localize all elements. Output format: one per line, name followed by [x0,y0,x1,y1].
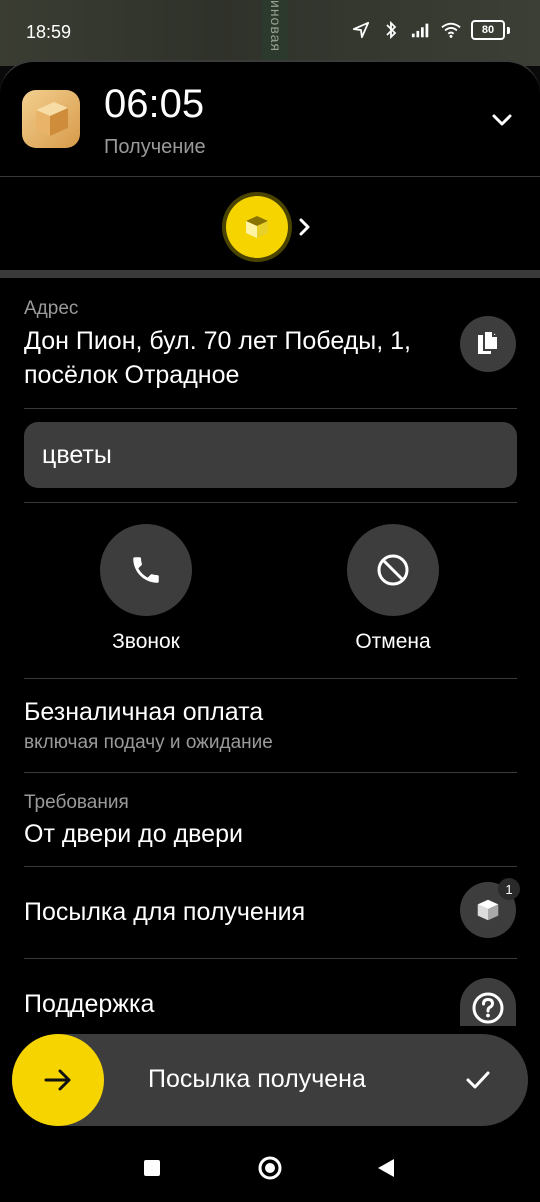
chevron-right-icon [296,216,314,238]
address-value: Дон Пион, бул. 70 лет Победы, 1, посёлок… [24,327,411,389]
progress-row[interactable] [0,176,540,268]
bluetooth-icon [381,20,401,40]
divider [24,502,517,503]
order-status: Получение [104,136,206,158]
box-icon [246,216,268,238]
collapse-button[interactable] [488,106,516,134]
divider [24,408,517,409]
order-comment: цветы [24,422,517,488]
parcel-title[interactable]: Посылка для получения [24,898,305,927]
divider [24,678,517,679]
divider [24,866,517,867]
help-icon [472,992,504,1024]
confirm-received-slider[interactable]: Посылка получена [12,1034,528,1126]
payment-title: Безналичная оплата [24,698,264,726]
slider-handle[interactable] [12,1034,104,1126]
cancel-button[interactable] [347,524,439,616]
home-button[interactable] [258,1156,282,1180]
triangle-back-icon [378,1159,394,1177]
status-icons: 80 [351,20,510,40]
cancel-label: Отмена [355,630,431,653]
square-icon [144,1160,160,1176]
chevron-down-icon [492,114,512,126]
map-street-label: иновая [268,0,284,52]
phone-icon [133,557,159,583]
parcel-count-badge: 1 [498,878,520,900]
battery-tip [507,26,510,34]
cancel-icon [377,554,409,586]
section-separator [0,270,540,278]
requirements-label: Требования [24,792,129,813]
divider [24,772,517,773]
copy-address-button[interactable] [460,316,516,372]
copy-icon [478,330,499,354]
support-button[interactable] [460,978,516,1026]
status-bar: иновая 18:59 80 [0,0,540,66]
system-nav-bar [0,1136,540,1200]
order-header: 06:05 Получение [0,62,540,176]
wifi-icon [441,20,461,40]
support-title[interactable]: Поддержка [24,990,154,1019]
circle-icon [258,1156,282,1180]
eta-time: 06:05 [104,82,205,126]
checkmark-icon [464,1066,492,1094]
divider [24,958,517,959]
battery-indicator: 80 [471,20,505,40]
call-button[interactable] [100,524,192,616]
recents-button[interactable] [140,1156,164,1180]
call-label: Звонок [112,630,180,653]
arrow-right-icon [44,1069,71,1091]
parcel-app-icon [22,90,80,148]
progress-step-icon[interactable] [226,196,288,258]
payment-subtitle: включая подачу и ожидание [24,732,273,753]
slider-label: Посылка получена [148,1065,366,1093]
signal-icon [411,20,431,40]
order-sheet: 06:05 Получение Адрес Дон Пион, бул. 70 … [0,60,540,1202]
status-time: 18:59 [26,22,72,42]
back-button[interactable] [374,1156,398,1180]
location-arrow-icon [351,20,371,40]
package-icon [477,899,499,921]
requirements-value: От двери до двери [24,820,243,848]
address-label: Адрес [24,298,79,319]
